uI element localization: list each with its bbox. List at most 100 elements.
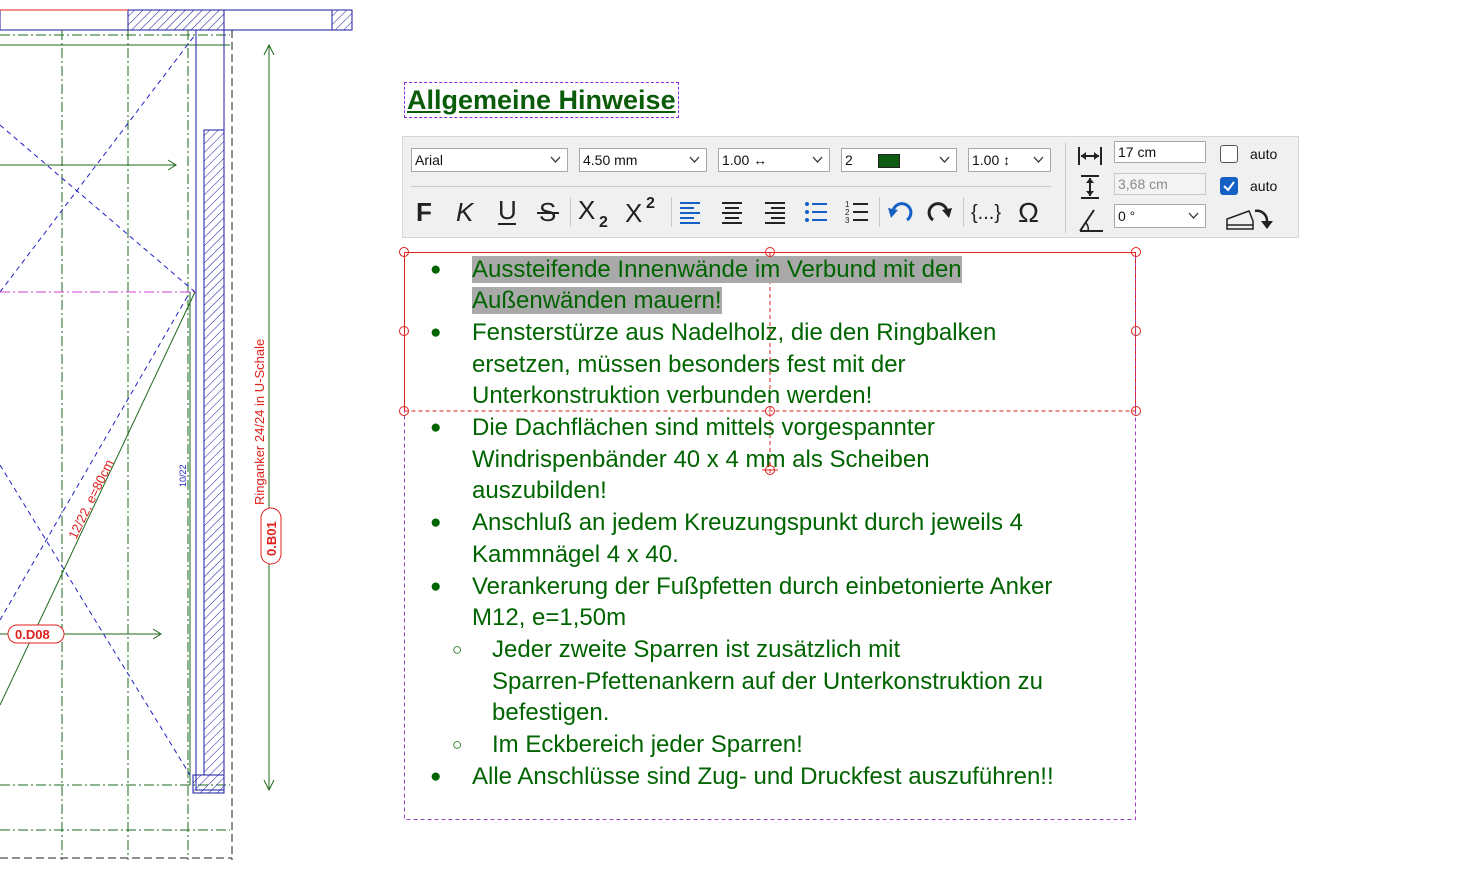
omega-icon: Ω (1018, 197, 1039, 227)
resize-handle-right[interactable] (1131, 326, 1141, 336)
width-factor-select[interactable]: 1.00 ↔ (718, 148, 830, 172)
list-item-line: ersetzen, müssen besonders fest mit der (472, 350, 906, 378)
auto-width-label: auto (1250, 146, 1278, 162)
superscript-button[interactable]: X2 (624, 195, 664, 229)
font-value: Arial (415, 152, 444, 168)
bullet-circle-icon: ○ (452, 639, 463, 659)
insert-variable-button[interactable]: {...} (969, 195, 1007, 229)
align-center-button[interactable] (717, 195, 747, 229)
bold-icon: F (416, 198, 432, 226)
toolbar-separator (671, 197, 672, 227)
align-right-button[interactable] (759, 195, 789, 229)
width-factor-value: 1.00 ↔ (722, 152, 768, 168)
list-item-line: Verankerung der Fußpfetten durch einbeto… (472, 572, 1053, 600)
strikethrough-icon: S (537, 198, 559, 226)
redo-icon (927, 202, 952, 222)
svg-text:Ω: Ω (1018, 197, 1039, 227)
numbered-list-icon: 123 (845, 200, 868, 224)
svg-text:X: X (625, 198, 642, 228)
text-height-icon (1081, 175, 1099, 199)
subscript-icon: X2 (578, 195, 608, 229)
chevron-down-icon (1033, 156, 1044, 163)
resize-handle-bottom[interactable] (765, 406, 775, 416)
list-item-line: Aussteifende Innenwände im Verbund mit d… (472, 255, 962, 283)
redo-button[interactable] (923, 195, 955, 229)
rotate-text-button[interactable] (1223, 203, 1279, 233)
text-size-select[interactable]: 4.50 mm (579, 148, 707, 172)
bullet-list-button[interactable] (801, 195, 831, 229)
svg-text:2: 2 (599, 214, 608, 229)
strikethrough-button[interactable]: S (534, 195, 562, 229)
auto-width-checkbox[interactable] (1220, 145, 1238, 163)
pen-value: 2 (845, 152, 853, 168)
list-item-line: Außenwänden mauern! (472, 287, 722, 315)
subscript-button[interactable]: X2 (577, 195, 617, 229)
toolbar-divider (411, 186, 1051, 187)
font-select[interactable]: Arial (411, 148, 568, 172)
list-item-line: Fensterstürze aus Nadelholz, die den Rin… (472, 318, 997, 346)
underline-button[interactable]: U (493, 195, 521, 229)
numbered-list-button[interactable]: 123 (842, 195, 872, 229)
italic-button[interactable]: K (451, 195, 479, 229)
resize-handle-bottom-right[interactable] (1131, 406, 1141, 416)
svg-text:2: 2 (646, 195, 655, 212)
list-item-line: Jeder zweite Sparren ist zusätzlich mit (492, 635, 901, 663)
list-item-line: befestigen. (492, 699, 610, 727)
resize-handle-left[interactable] (399, 326, 409, 336)
list-item-line: Unterkonstruktion verbunden werden! (472, 382, 873, 410)
bullet-dot-icon: ● (430, 258, 442, 280)
text-width-field[interactable]: 17 cm (1114, 141, 1206, 163)
angle-select[interactable]: 0 ° (1114, 204, 1206, 228)
text-size-value: 4.50 mm (583, 152, 638, 168)
list-item-line: Kammnägel 4 x 40. (472, 540, 679, 568)
resize-handle-top-left[interactable] (399, 247, 409, 257)
text-height-field: 3,68 cm (1114, 173, 1206, 195)
superscript-icon: X2 (625, 195, 655, 228)
align-left-icon (680, 202, 700, 224)
list-item-line: M12, e=1,50m (472, 604, 627, 632)
bold-button[interactable]: F (411, 195, 439, 229)
variable-braces-icon: {...} (971, 202, 1001, 224)
underline-icon: U (498, 197, 517, 225)
text-height-value: 3,68 cm (1118, 176, 1168, 192)
pen-color-swatch (878, 154, 900, 168)
toolbar-separator (879, 197, 880, 227)
text-object[interactable]: ● Aussteifende Innenwände im Verbund mit … (399, 247, 1141, 820)
resize-handle-top-right[interactable] (1131, 247, 1141, 257)
text-heading[interactable]: Allgemeine Hinweise (404, 82, 679, 118)
pen-select[interactable]: 2 (841, 148, 957, 172)
resize-handle-top[interactable] (765, 247, 775, 257)
list-item-line: Windrispenbänder 40 x 4 mm als Scheiben (472, 445, 930, 473)
text-width-icon (1078, 147, 1102, 165)
chevron-down-icon (1188, 212, 1199, 219)
toolbar-separator (1065, 143, 1066, 233)
auto-height-checkbox[interactable] (1220, 177, 1238, 195)
text-width-value: 17 cm (1118, 144, 1157, 160)
insert-symbol-button[interactable]: Ω (1014, 195, 1048, 229)
undo-icon (888, 202, 913, 222)
svg-text:F: F (416, 198, 432, 226)
svg-text:X: X (578, 195, 595, 225)
toolbar-separator (570, 197, 571, 227)
list-item-line: Sparren-Pfettenankern auf der Unterkonst… (492, 667, 1043, 695)
italic-icon: K (456, 198, 475, 226)
label-d08: 0.D08 (15, 627, 50, 642)
svg-text:K: K (456, 198, 475, 226)
undo-button[interactable] (885, 195, 917, 229)
svg-text:{...}: {...} (971, 202, 1001, 224)
line-spacing-select[interactable]: 1.00 ↕ (968, 148, 1051, 172)
bullet-circle-icon: ○ (452, 735, 463, 754)
text-format-toolbar: Arial 4.50 mm 1.00 ↔ 2 1.00 ↕ F K U S X2… (402, 136, 1299, 238)
chevron-down-icon (939, 156, 950, 163)
line-spacing-value: 1.00 ↕ (972, 152, 1011, 168)
cad-drawing[interactable]: Ringanker 24/24 in U-Schale 0.B01 0.D08 … (0, 0, 360, 871)
list-item-line: Die Dachflächen sind mittels vorgespannt… (472, 414, 935, 441)
rotation-handle[interactable] (765, 465, 775, 475)
bullet-dot-icon: ● (430, 417, 442, 438)
align-center-icon (722, 202, 742, 224)
align-left-button[interactable] (676, 195, 706, 229)
angle-value: 0 ° (1118, 208, 1136, 224)
resize-handle-bottom-left[interactable] (399, 406, 409, 416)
bullet-dot-icon: ● (430, 575, 442, 597)
svg-text:3: 3 (845, 216, 850, 224)
